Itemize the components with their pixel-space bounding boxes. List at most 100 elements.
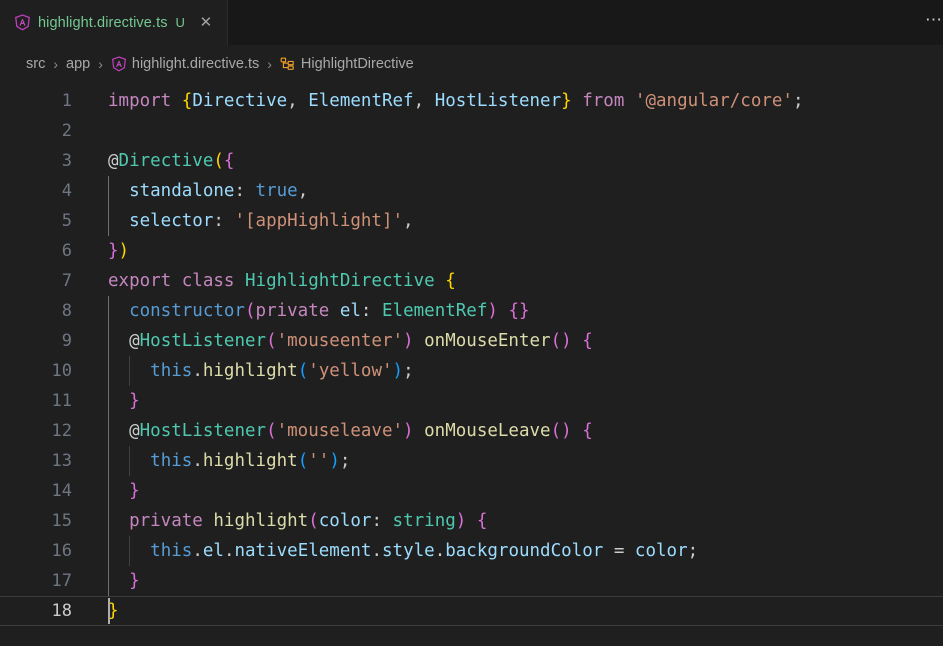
code-line-text: import {Directive, ElementRef, HostListe… — [84, 86, 943, 116]
code-token: standalone — [129, 181, 235, 201]
code-token: ) — [455, 511, 467, 531]
code-token: ( — [297, 361, 309, 381]
code-token: nativeElement — [234, 541, 372, 561]
code-token: ; — [792, 91, 804, 111]
code-token: export — [108, 271, 172, 291]
code-token: ( — [550, 421, 562, 441]
code-token: selector — [129, 211, 214, 231]
code-line-text: this.el.nativeElement.style.backgroundCo… — [84, 536, 943, 566]
code-token: @ — [129, 421, 140, 441]
code-token: ) — [118, 241, 130, 261]
breadcrumb-separator: › — [267, 56, 272, 72]
code-line[interactable]: 3 @Directive({ — [0, 146, 943, 176]
code-editor[interactable]: 1 import {Directive, ElementRef, HostList… — [0, 83, 943, 646]
code-token: this — [150, 361, 193, 381]
indent-guide — [108, 296, 109, 326]
line-number: 11 — [51, 391, 72, 411]
code-line[interactable]: 1 import {Directive, ElementRef, HostList… — [0, 86, 943, 116]
code-token: ; — [403, 361, 414, 381]
code-line-text: selector: '[appHighlight]', — [84, 206, 943, 236]
line-number: 5 — [61, 211, 72, 231]
code-token: : — [360, 301, 372, 321]
breadcrumb: src › app › highlight.directive.ts › Hig… — [0, 45, 943, 83]
code-line-text: this.highlight('yellow'); — [84, 356, 943, 386]
line-number: 3 — [61, 151, 72, 171]
breadcrumb-item-file[interactable]: highlight.directive.ts — [109, 55, 261, 73]
code-token: { — [582, 421, 593, 441]
code-token: { — [508, 301, 520, 321]
code-token: : — [371, 511, 382, 531]
code-line[interactable]: 11 } — [0, 386, 943, 416]
line-number: 1 — [61, 91, 72, 111]
breadcrumb-item-symbol[interactable]: HighlightDirective — [278, 55, 416, 73]
code-line[interactable]: 15 private highlight(color: string) { — [0, 506, 943, 536]
code-token: color — [634, 541, 688, 561]
code-token: . — [434, 541, 446, 561]
code-line[interactable]: 12 @HostListener('mouseleave') onMouseLe… — [0, 416, 943, 446]
indent-guide — [108, 506, 109, 536]
code-token: from — [582, 91, 625, 111]
breadcrumb-separator: › — [53, 56, 59, 72]
editor-tab-highlight-directive[interactable]: highlight.directive.ts U ✕ — [0, 0, 228, 45]
editor-actions: ⋯ — [923, 0, 943, 45]
code-line[interactable]: 5 selector: '[appHighlight]', — [0, 206, 943, 236]
code-line[interactable]: 7 export class HighlightDirective { — [0, 266, 943, 296]
code-token: Directive — [118, 151, 214, 171]
code-token: ElementRef — [382, 301, 488, 321]
line-number: 2 — [61, 121, 72, 141]
code-token: ) — [487, 301, 498, 321]
line-number: 12 — [51, 421, 72, 441]
code-token: onMouseEnter — [424, 331, 551, 351]
breadcrumb-item-src[interactable]: src — [24, 55, 47, 73]
code-token: ) — [561, 421, 572, 441]
code-line-text: standalone: true, — [84, 176, 943, 206]
code-token: ; — [339, 451, 351, 471]
breadcrumb-separator: › — [98, 56, 103, 72]
line-number: 17 — [51, 571, 72, 591]
code-token: ) — [329, 451, 340, 471]
code-line-text: } — [84, 386, 943, 416]
code-line[interactable]: 2 — [0, 116, 943, 146]
code-token: 'mouseleave' — [276, 421, 404, 441]
code-token: HostListener — [139, 331, 267, 351]
code-line[interactable]: 10 this.highlight('yellow'); — [0, 356, 943, 386]
code-line[interactable]: 6}) — [0, 236, 943, 266]
indent-guide — [108, 356, 109, 386]
more-actions-icon[interactable]: ⋯ — [923, 9, 941, 36]
code-line[interactable]: 18} — [0, 596, 943, 626]
code-token: , — [297, 181, 309, 201]
code-token: backgroundColor — [445, 541, 604, 561]
code-line[interactable]: 16 this.el.nativeElement.style.backgroun… — [0, 536, 943, 566]
line-number: 15 — [51, 511, 72, 531]
code-token: , — [287, 91, 298, 111]
code-line-text: constructor(private el: ElementRef) {} — [84, 296, 943, 326]
code-token: ( — [213, 151, 224, 171]
code-line[interactable]: 17 } — [0, 566, 943, 596]
code-line-text: } — [84, 596, 943, 626]
code-line[interactable]: 14 } — [0, 476, 943, 506]
indent-guide — [108, 446, 109, 476]
line-number: 4 — [61, 181, 72, 201]
code-line-text: private highlight(color: string) { — [84, 506, 943, 536]
code-token: ( — [244, 301, 256, 321]
code-token: el — [339, 301, 361, 321]
code-token: color — [318, 511, 372, 531]
code-token: '' — [308, 451, 330, 471]
code-line[interactable]: 8 constructor(private el: ElementRef) {} — [0, 296, 943, 326]
code-token: ( — [297, 451, 309, 471]
code-line[interactable]: 9 @HostListener('mouseenter') onMouseEnt… — [0, 326, 943, 356]
line-number: 10 — [51, 361, 72, 381]
code-line[interactable]: 4 standalone: true, — [0, 176, 943, 206]
breadcrumb-item-app[interactable]: app — [64, 55, 92, 73]
close-icon[interactable]: ✕ — [196, 13, 216, 33]
code-line[interactable]: 13 this.highlight(''); — [0, 446, 943, 476]
code-token: @ — [108, 151, 119, 171]
